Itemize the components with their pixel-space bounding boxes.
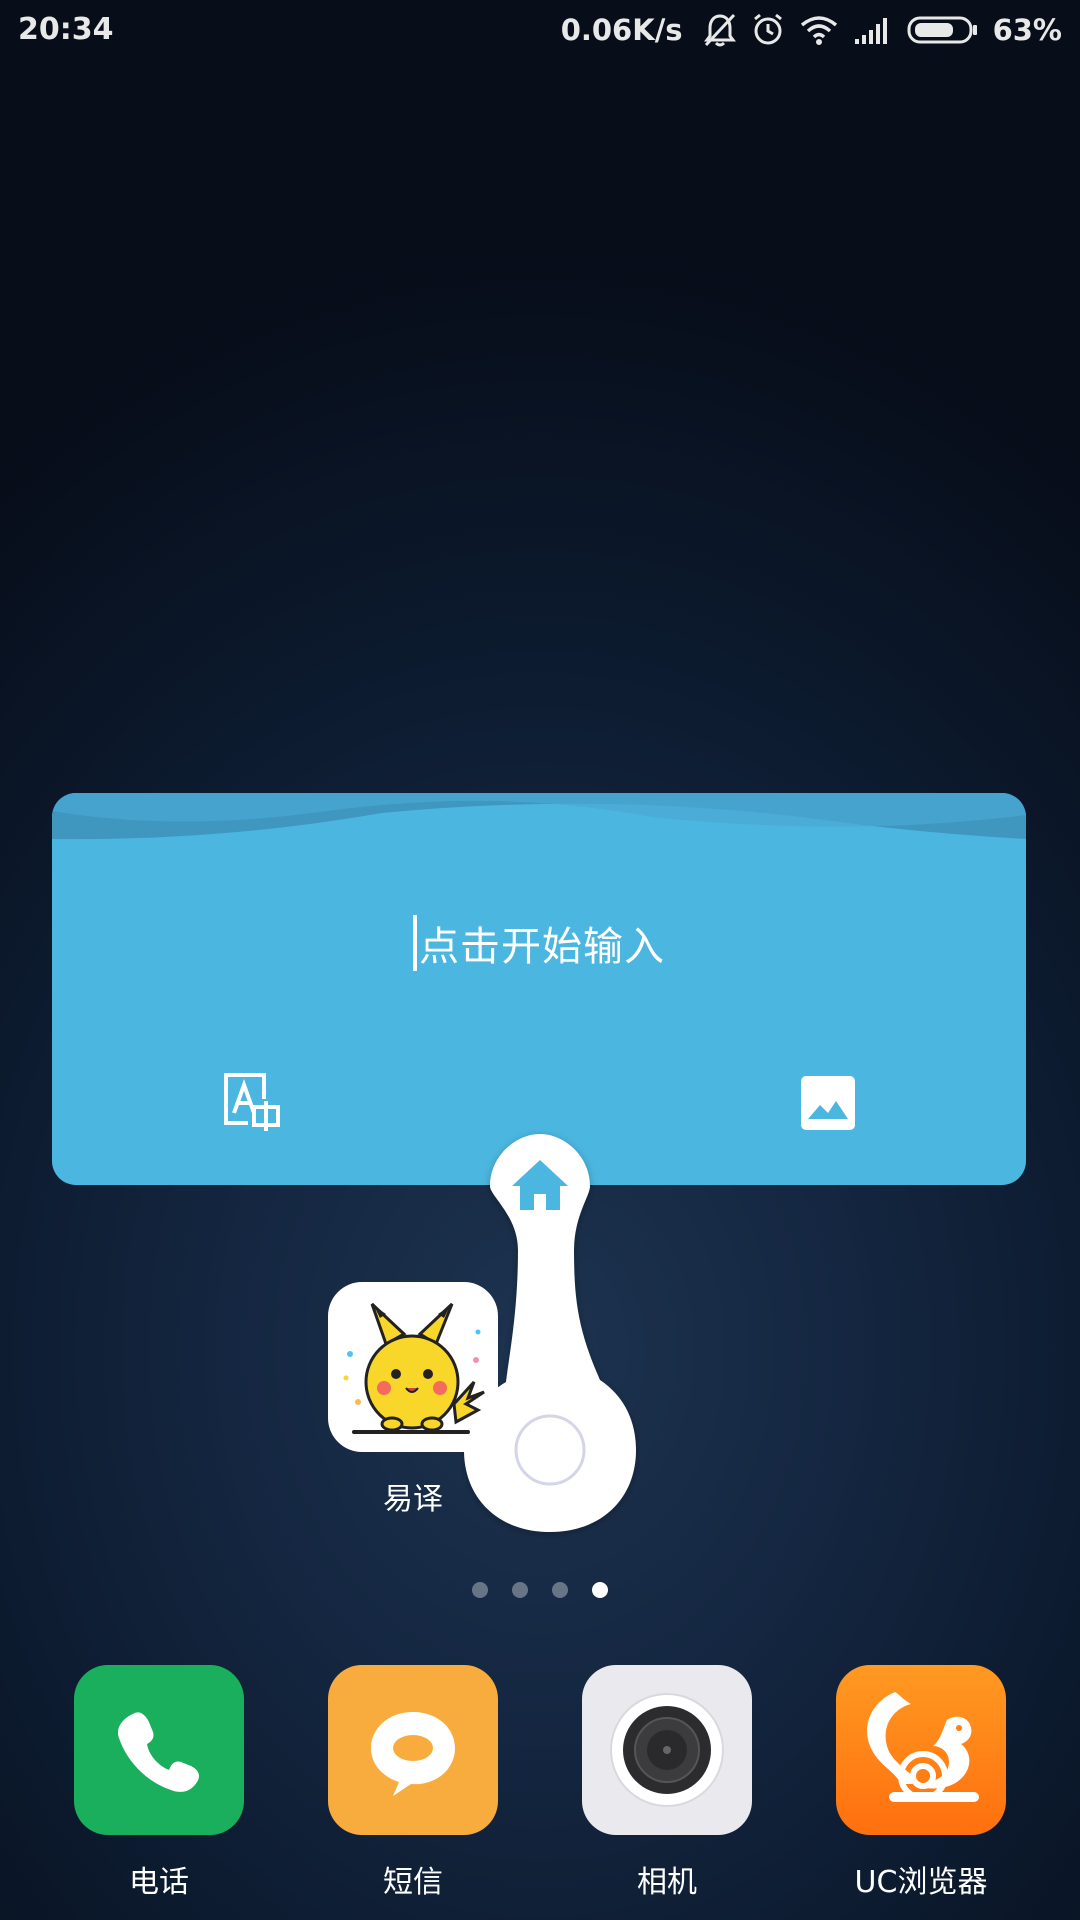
cellular-signal-icon <box>853 15 893 45</box>
pikachu-app-icon[interactable] <box>328 1282 498 1452</box>
battery-icon <box>907 15 979 45</box>
page-dot <box>472 1582 488 1598</box>
status-bar: 20:34 0.06K/s 63% <box>0 0 1080 60</box>
status-time: 20:34 <box>18 12 114 47</box>
text-input-area[interactable]: 点击开始输入 <box>52 903 1026 983</box>
home-icon[interactable] <box>510 1156 570 1216</box>
camera-icon[interactable] <box>582 1665 752 1835</box>
page-dot <box>552 1582 568 1598</box>
app-yiyi[interactable]: 易译 <box>328 1282 498 1518</box>
page-indicator <box>0 1580 1080 1600</box>
text-cursor <box>413 915 417 971</box>
alarm-icon <box>751 12 785 48</box>
text-translate-icon <box>218 1073 282 1137</box>
page-dot-active <box>592 1582 608 1598</box>
dock-label: 相机 <box>637 1865 697 1900</box>
phone-icon[interactable] <box>74 1665 244 1835</box>
notifications-off-icon <box>703 12 737 48</box>
battery-percentage: 63% <box>992 13 1062 47</box>
status-icons: 0.06K/s 63% <box>561 8 1062 52</box>
message-icon[interactable] <box>328 1665 498 1835</box>
image-translate-button[interactable] <box>800 1075 856 1131</box>
wifi-icon <box>799 14 839 46</box>
app-label: 易译 <box>383 1482 443 1517</box>
text-translate-button[interactable] <box>218 1069 282 1133</box>
dock-app-uc-browser[interactable]: UC浏览器 <box>836 1665 1006 1901</box>
translator-widget: 点击开始输入 <box>52 793 1026 1185</box>
input-placeholder: 点击开始输入 <box>419 924 665 970</box>
uc-browser-icon[interactable] <box>836 1665 1006 1835</box>
dock-label: 电话 <box>129 1865 189 1900</box>
image-icon <box>800 1076 856 1135</box>
dock-label: UC浏览器 <box>854 1865 988 1900</box>
dock-app-phone[interactable]: 电话 <box>74 1665 244 1901</box>
page-dot <box>512 1582 528 1598</box>
dock-app-messages[interactable]: 短信 <box>328 1665 498 1901</box>
network-speed: 0.06K/s <box>560 13 683 47</box>
dock-label: 短信 <box>383 1865 443 1900</box>
wave-decoration <box>52 793 1026 840</box>
dock-app-camera[interactable]: 相机 <box>582 1665 752 1901</box>
